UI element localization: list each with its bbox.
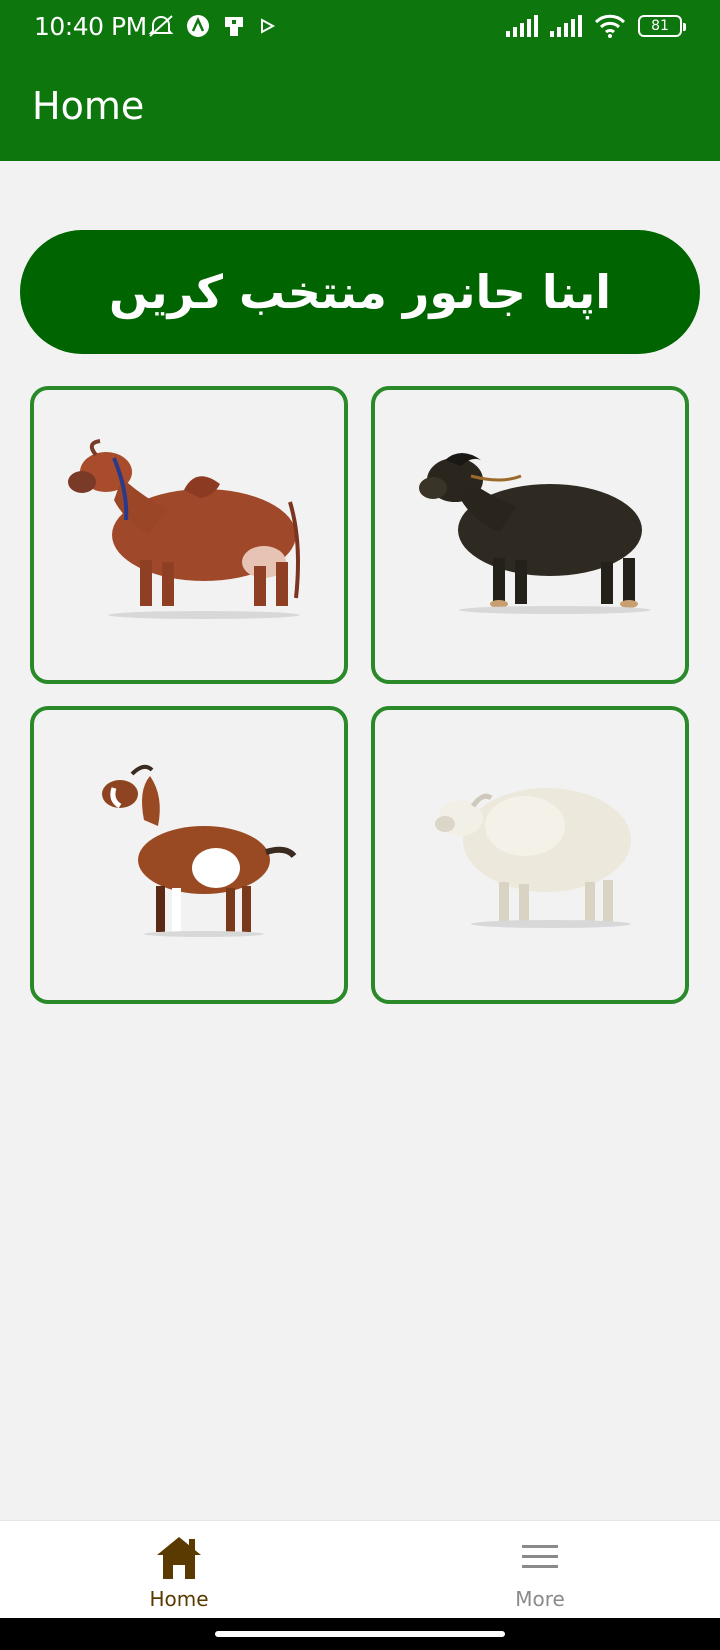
app-bar: Home [0, 56, 720, 161]
sheep-image [435, 788, 631, 928]
mute-icon [148, 15, 174, 37]
status-time: 10:40 PM [34, 12, 147, 41]
signal-icon [506, 15, 538, 37]
notification-a-icon [187, 15, 209, 37]
signal-icon [550, 15, 582, 37]
play-icon [261, 18, 276, 34]
nav-label-more: More [515, 1587, 565, 1611]
buffalo-image [419, 453, 651, 614]
status-icons-right: 81 [506, 14, 686, 38]
system-navigation-bar [0, 1618, 720, 1650]
status-bar: 10:40 PM 81 [0, 0, 720, 56]
wifi-icon [594, 14, 626, 38]
menu-icon [522, 1545, 558, 1568]
select-animal-banner: اپنا جانور منتخب کریں [20, 230, 700, 354]
gesture-handle[interactable] [215, 1631, 505, 1637]
cow-image [68, 439, 300, 619]
home-icon [157, 1537, 201, 1579]
animal-card-goat[interactable] [30, 706, 348, 1004]
page-title: Home [32, 84, 145, 128]
bottom-navigation: Home More [0, 1520, 720, 1618]
select-animal-label: اپنا جانور منتخب کریں [108, 265, 612, 319]
animal-card-sheep[interactable] [371, 706, 689, 1004]
battery-icon: 81 [638, 15, 686, 37]
status-icons-left [148, 14, 276, 38]
sim-icon [225, 17, 243, 36]
battery-level: 81 [651, 18, 669, 34]
goat-image [102, 764, 297, 937]
nav-label-home: Home [149, 1587, 209, 1611]
animal-card-cow[interactable] [30, 386, 348, 684]
animal-card-buffalo[interactable] [371, 386, 689, 684]
nav-item-more[interactable]: More [450, 1521, 630, 1619]
nav-item-home[interactable]: Home [89, 1521, 269, 1619]
